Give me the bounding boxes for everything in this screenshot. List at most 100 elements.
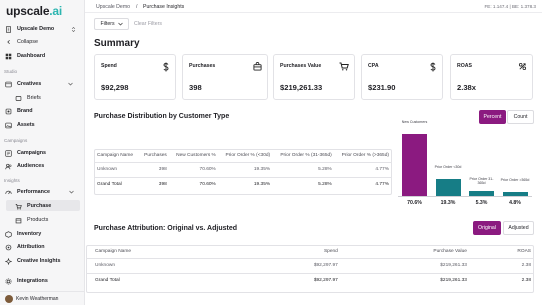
- distribution-title: Purchase Distribution by Customer Type: [94, 113, 230, 120]
- kpi-value: 2.38x: [457, 83, 477, 92]
- sidebar-item-purchase[interactable]: Purchase: [15, 201, 51, 211]
- column-header[interactable]: Purchase Value: [340, 246, 470, 259]
- sidebar-item-attribution[interactable]: Attribution: [5, 242, 45, 252]
- workspace-switcher[interactable]: Upscale Demo: [5, 24, 76, 34]
- gear-icon: [5, 278, 12, 285]
- filters-label: Filters: [100, 21, 115, 27]
- column-header[interactable]: Prior Order % (>365d): [334, 150, 392, 163]
- top-bar: Upscale Demo / Purchase Insights FE: 1.1…: [85, 0, 542, 13]
- chart-bar[interactable]: [435, 179, 461, 196]
- column-header[interactable]: New Customers %: [169, 150, 219, 163]
- table-cell: 5.28%: [318, 182, 332, 188]
- table-cell: 19.35%: [218, 162, 274, 178]
- sidebar-item-label: Audiences: [17, 163, 45, 169]
- adjusted-toggle[interactable]: Adjusted: [503, 221, 534, 235]
- table-cell: 70.60%: [169, 162, 219, 178]
- column-header[interactable]: Campaign Name: [86, 246, 243, 259]
- table-cell: 5.28%: [273, 162, 335, 178]
- sidebar-item-brand[interactable]: Brand: [5, 106, 33, 116]
- kpi-label: CPA: [368, 63, 379, 69]
- column-header[interactable]: Spend: [242, 246, 341, 259]
- collapse-button[interactable]: Collapse: [5, 37, 38, 47]
- dollar-icon: [429, 62, 437, 72]
- original-toggle[interactable]: Original: [473, 221, 501, 235]
- sidebar-item-label: Briefs: [27, 95, 41, 101]
- kpi-value: $231.90: [368, 83, 396, 92]
- sidebar-item-label: Brand: [17, 108, 33, 114]
- chevron-down-icon: [68, 82, 74, 86]
- column-header[interactable]: Prior Order % (<30d): [218, 150, 274, 163]
- table-header-row: Campaign Name Purchases New Customers % …: [94, 150, 392, 163]
- table-cell: $92,297.97: [313, 278, 338, 284]
- filters-button[interactable]: Filters: [94, 18, 129, 30]
- sidebar-item-assets[interactable]: Assets: [5, 120, 35, 130]
- section-insights: Insights: [4, 178, 20, 183]
- breadcrumb-root[interactable]: Upscale Demo: [96, 4, 130, 10]
- chart-bar[interactable]: [402, 134, 427, 196]
- chart-value-label: 5.3%: [475, 200, 488, 206]
- table-cell: 2.38: [469, 258, 534, 274]
- percent-toggle[interactable]: Percent: [479, 110, 506, 124]
- table-header-row: Campaign Name Spend Purchase Value ROAS: [86, 246, 534, 259]
- attribution-icon: [5, 244, 12, 251]
- image-icon: [5, 122, 12, 129]
- breadcrumb-separator: /: [136, 4, 138, 10]
- kpi-value: $219,261.33: [280, 83, 323, 92]
- table-cell: Unknown: [94, 162, 140, 178]
- column-header[interactable]: ROAS: [469, 246, 534, 259]
- campaigns-icon: [5, 149, 12, 157]
- sidebar-item-label: Assets: [17, 122, 35, 128]
- sidebar-item-dashboard[interactable]: Dashboard: [5, 51, 45, 61]
- count-toggle[interactable]: Count: [507, 110, 534, 124]
- bag-icon: [253, 62, 262, 71]
- kpi-label: Spend: [101, 63, 117, 69]
- sidebar-item-inventory[interactable]: Inventory: [5, 229, 41, 239]
- chart-category-label: Prior Order <30d: [434, 165, 462, 170]
- upscale-logo[interactable]: upscale.ai: [6, 4, 62, 18]
- sidebar-item-creatives[interactable]: Creatives: [5, 79, 74, 89]
- chart-category-label: New Customers: [401, 120, 428, 124]
- inventory-icon: [5, 230, 12, 238]
- sidebar-item-campaigns[interactable]: Campaigns: [5, 148, 46, 158]
- summary-title: Summary: [94, 38, 140, 49]
- sidebar-item-creative-insights[interactable]: Creative Insights: [5, 256, 60, 266]
- cart-icon: [339, 62, 349, 71]
- sidebar-item-label: Dashboard: [17, 53, 46, 59]
- version-info: FE: 1.147.4 | BE: 1.378.3: [484, 4, 536, 9]
- box-icon: [15, 217, 22, 224]
- clear-filters-button[interactable]: Clear Filters: [134, 21, 162, 27]
- sidebar-item-label: Creatives: [17, 81, 42, 87]
- chart-category-label: Prior Order >365d: [500, 177, 530, 182]
- table-cell: Grand Total: [97, 182, 122, 188]
- avatar: [5, 295, 13, 303]
- table-cell: 398: [158, 182, 167, 188]
- column-header[interactable]: Campaign Name: [94, 150, 140, 163]
- sidebar-item-label: Attribution: [17, 244, 45, 250]
- sidebar-item-audiences[interactable]: Audiences: [5, 161, 44, 171]
- sidebar-item-label: Purchase: [27, 203, 52, 209]
- sidebar-item-performance[interactable]: Performance: [5, 187, 74, 197]
- kpi-card-cpa: CPA $231.90: [361, 54, 443, 100]
- table-cell: 70.60%: [199, 182, 216, 188]
- section-campaigns: Campaigns: [4, 138, 28, 143]
- sidebar-item-label: Performance: [17, 189, 50, 195]
- sidebar: upscale.ai Upscale Demo Collapse Dashboa…: [0, 0, 85, 305]
- sidebar-item-label: Inventory: [17, 231, 42, 237]
- dollar-icon: [162, 62, 170, 72]
- column-header[interactable]: Purchases: [139, 150, 170, 163]
- table-cell: 19.35%: [253, 182, 271, 188]
- kpi-label: Purchases Value: [280, 63, 322, 69]
- section-studio: Studio: [4, 69, 18, 74]
- cart-icon: [15, 203, 22, 210]
- sidebar-item-briefs[interactable]: Briefs: [15, 93, 41, 103]
- column-header[interactable]: Prior Order % (31-365d): [273, 150, 335, 163]
- sidebar-item-label: Campaigns: [17, 150, 47, 156]
- table-row: Unknown $92,297.97 $219,261.33 2.38: [86, 258, 534, 274]
- sidebar-item-integrations[interactable]: Integrations: [5, 276, 48, 286]
- sidebar-item-label: Creative Insights: [17, 258, 61, 264]
- breadcrumb-current: Purchase Insights: [143, 4, 185, 10]
- user-menu[interactable]: Kevin Weatherman: [0, 291, 85, 305]
- table-cell: $219,261.33: [340, 258, 470, 274]
- kpi-card-purchases: Purchases 398: [182, 54, 268, 100]
- sidebar-item-products[interactable]: Products: [15, 215, 48, 225]
